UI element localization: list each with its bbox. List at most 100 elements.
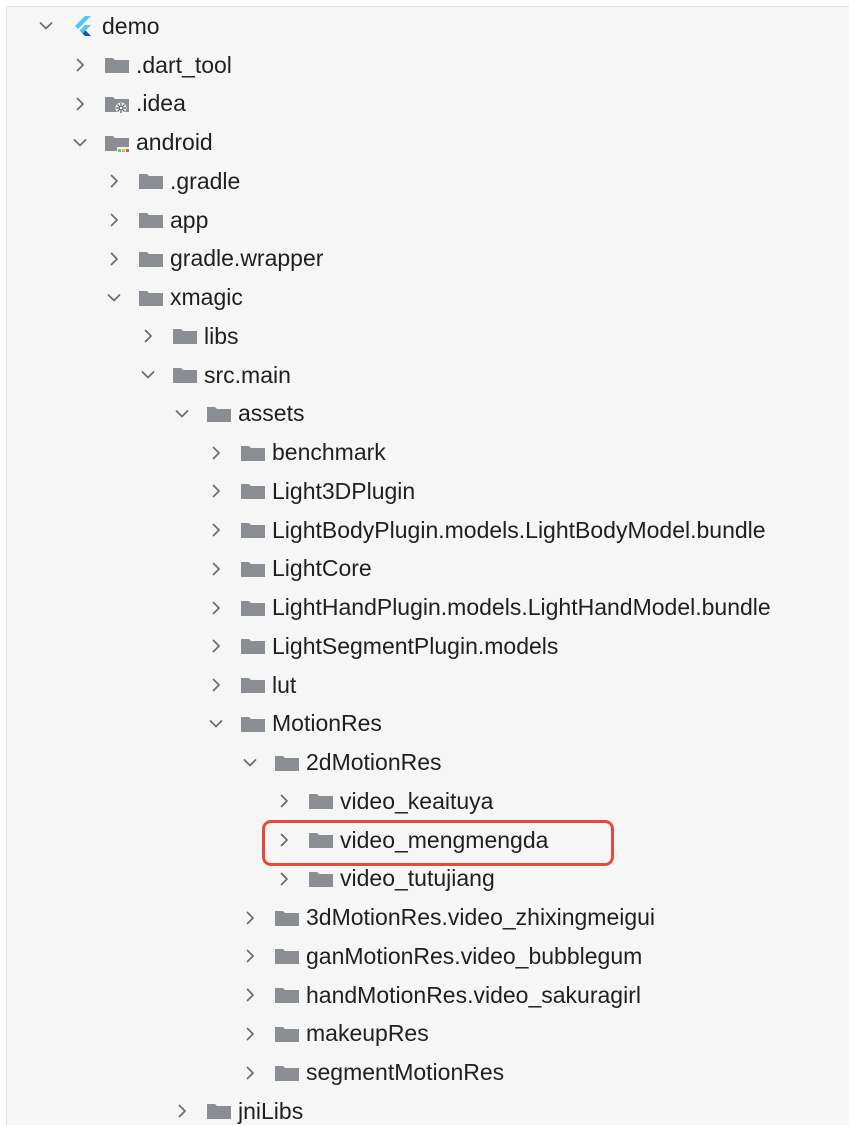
folder-icon (308, 868, 334, 890)
folder-icon (274, 907, 300, 929)
tree-node[interactable]: lut (7, 666, 849, 705)
chevron-right-icon[interactable] (208, 522, 224, 538)
chevron-right-icon[interactable] (72, 96, 88, 112)
tree-node-label: handMotionRes.video_sakuragirl (306, 981, 641, 1008)
tree-node[interactable]: .dart_tool (7, 46, 849, 85)
tree-node-label: benchmark (272, 439, 386, 466)
chevron-down-icon[interactable] (38, 18, 54, 34)
tree-node[interactable]: ganMotionRes.video_bubblegum (7, 937, 849, 976)
chevron-down-icon[interactable] (174, 406, 190, 422)
tree-node[interactable]: MotionRes (7, 705, 849, 744)
folder-icon (138, 287, 164, 309)
chevron-right-icon[interactable] (106, 212, 122, 228)
tree-node-label: demo (102, 12, 160, 39)
chevron-right-icon[interactable] (140, 328, 156, 344)
tree-node-label: LightSegmentPlugin.models (272, 632, 559, 659)
folder-icon (172, 364, 198, 386)
folder-icon (240, 558, 266, 580)
tree-node[interactable]: android (7, 123, 849, 162)
folder-icon (240, 635, 266, 657)
tree-node-label: makeupRes (306, 1020, 429, 1047)
tree-node-label: app (170, 206, 209, 233)
tree-node[interactable]: video_tutujiang (7, 860, 849, 899)
chevron-right-icon[interactable] (208, 677, 224, 693)
chevron-down-icon[interactable] (242, 755, 258, 771)
tree-node-label: LightBodyPlugin.models.LightBodyModel.bu… (272, 516, 766, 543)
tree-node-label: .idea (136, 90, 186, 117)
tree-node[interactable]: LightSegmentPlugin.models (7, 627, 849, 666)
tree-node[interactable]: assets (7, 395, 849, 434)
chevron-right-icon[interactable] (208, 638, 224, 654)
tree-node[interactable]: libs (7, 317, 849, 356)
chevron-right-icon[interactable] (276, 871, 292, 887)
chevron-right-icon[interactable] (242, 948, 258, 964)
chevron-right-icon[interactable] (276, 832, 292, 848)
tree-node-label: segmentMotionRes (306, 1059, 505, 1086)
tree-node-label: android (136, 129, 213, 156)
chevron-right-icon[interactable] (106, 251, 122, 267)
chevron-right-icon[interactable] (276, 793, 292, 809)
folder-android-icon (104, 132, 130, 154)
chevron-right-icon[interactable] (72, 57, 88, 73)
project-panel: demo .dart_tool .idea android .gradle app grad… (6, 6, 849, 1125)
folder-icon (138, 248, 164, 270)
chevron-right-icon[interactable] (242, 1026, 258, 1042)
folder-icon (308, 829, 334, 851)
chevron-down-icon[interactable] (208, 716, 224, 732)
tree-node[interactable]: jniLibs (7, 1092, 849, 1125)
folder-icon (274, 1023, 300, 1045)
tree-node[interactable]: .gradle (7, 162, 849, 201)
chevron-right-icon[interactable] (106, 173, 122, 189)
chevron-right-icon[interactable] (174, 1103, 190, 1119)
tree-node[interactable]: LightHandPlugin.models.LightHandModel.bu… (7, 588, 849, 627)
chevron-right-icon[interactable] (242, 910, 258, 926)
tree-node-label: 3dMotionRes.video_zhixingmeigui (306, 904, 656, 931)
tree-node[interactable]: 3dMotionRes.video_zhixingmeigui (7, 898, 849, 937)
chevron-right-icon[interactable] (208, 483, 224, 499)
tree-node[interactable]: LightBodyPlugin.models.LightBodyModel.bu… (7, 511, 849, 550)
folder-icon (104, 54, 130, 76)
chevron-right-icon[interactable] (242, 1065, 258, 1081)
folder-icon (274, 984, 300, 1006)
tree-node[interactable]: video_mengmengda (7, 821, 849, 860)
folder-icon (138, 170, 164, 192)
tree-node[interactable]: segmentMotionRes (7, 1053, 849, 1092)
tree-node[interactable]: LightCore (7, 550, 849, 589)
tree-node[interactable]: benchmark (7, 433, 849, 472)
flutter-icon (70, 15, 96, 37)
tree-node[interactable]: Light3DPlugin (7, 472, 849, 511)
tree-node[interactable]: makeupRes (7, 1015, 849, 1054)
chevron-down-icon[interactable] (106, 290, 122, 306)
tree-node[interactable]: 2dMotionRes (7, 743, 849, 782)
tree-node-label: Light3DPlugin (272, 477, 416, 504)
tree-node[interactable]: video_keaituya (7, 782, 849, 821)
tree-node-label: video_keaituya (340, 787, 494, 814)
folder-icon (240, 480, 266, 502)
tree-node[interactable]: handMotionRes.video_sakuragirl (7, 976, 849, 1015)
tree-node-label: LightCore (272, 555, 372, 582)
tree-node[interactable]: app (7, 201, 849, 240)
tree-node-label: gradle.wrapper (170, 245, 324, 272)
tree-node-label: lut (272, 671, 297, 698)
chevron-down-icon[interactable] (140, 367, 156, 383)
folder-icon (240, 674, 266, 696)
tree-node-label: 2dMotionRes (306, 749, 442, 776)
chevron-down-icon[interactable] (72, 135, 88, 151)
tree-node-label: video_mengmengda (340, 826, 549, 853)
tree-node-label: xmagic (170, 284, 243, 311)
tree-node[interactable]: gradle.wrapper (7, 240, 849, 279)
tree-node[interactable]: .idea (7, 85, 849, 124)
tree-node[interactable]: xmagic (7, 278, 849, 317)
tree-node[interactable]: demo (7, 7, 849, 46)
folder-icon (308, 790, 334, 812)
tree-node[interactable]: src.main (7, 356, 849, 395)
folder-icon (206, 1100, 232, 1122)
tree-node-label: src.main (204, 361, 291, 388)
chevron-right-icon[interactable] (242, 987, 258, 1003)
tree-node-label: assets (238, 400, 305, 427)
folder-settings-icon (104, 93, 130, 115)
chevron-right-icon[interactable] (208, 561, 224, 577)
chevron-right-icon[interactable] (208, 600, 224, 616)
chevron-right-icon[interactable] (208, 445, 224, 461)
folder-icon (274, 945, 300, 967)
